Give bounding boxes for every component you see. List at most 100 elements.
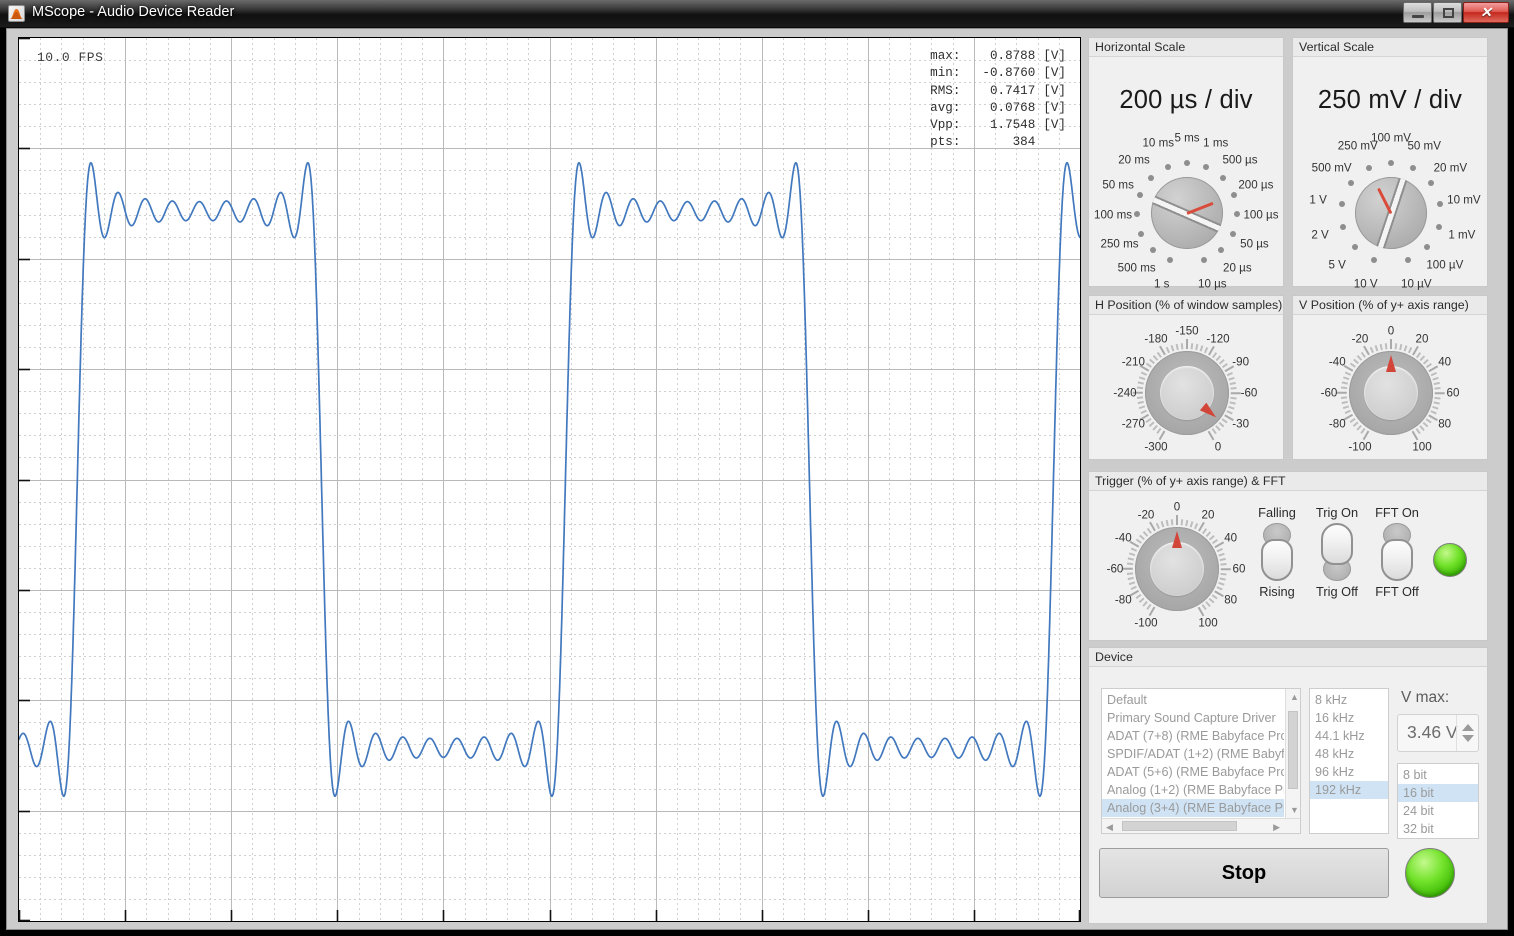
knob-position-dot[interactable] xyxy=(1230,191,1237,198)
stepper-down-icon[interactable] xyxy=(1461,735,1474,742)
device-list-item[interactable]: Analog (3+4) (RME Babyface Pro xyxy=(1102,799,1284,817)
sample-rate-item[interactable]: 96 kHz xyxy=(1310,763,1388,781)
close-button[interactable]: ✕ xyxy=(1463,2,1509,23)
knob-position-dot[interactable] xyxy=(1437,201,1444,208)
hscroll-thumb[interactable] xyxy=(1122,821,1237,831)
device-list-hscrollbar[interactable]: ◀ ▶ xyxy=(1102,818,1300,833)
device-list-item[interactable]: Default xyxy=(1102,691,1284,709)
toggle-track[interactable] xyxy=(1261,523,1293,581)
sample-rate-item[interactable]: 192 kHz xyxy=(1310,781,1388,799)
h-position-tick xyxy=(1137,381,1145,385)
trigger-level-dial[interactable]: -100 -80 -60 -40 -20 0 20 40 60 80 100 xyxy=(1107,501,1246,630)
knob-position-dot[interactable] xyxy=(1137,191,1144,198)
bit-depth-item[interactable]: 8 bit xyxy=(1398,766,1478,784)
device-list-item[interactable]: ADAT (7+8) (RME Babyface Pro) xyxy=(1102,727,1284,745)
knob-position-dot[interactable] xyxy=(1365,165,1372,172)
toggle-lever[interactable] xyxy=(1261,539,1293,581)
h-position-tick xyxy=(1229,401,1237,405)
knob-position-dot[interactable] xyxy=(1164,163,1171,170)
knob-position-dot[interactable] xyxy=(1338,201,1345,208)
v-position-tick xyxy=(1435,392,1445,394)
device-list-item[interactable]: Analog (1+2) (RME Babyface Pro xyxy=(1102,781,1284,799)
toggle-lever[interactable] xyxy=(1321,523,1353,565)
knob-position-dot[interactable] xyxy=(1219,175,1226,182)
stepper-up-icon[interactable] xyxy=(1461,724,1474,731)
knob-position-dot[interactable] xyxy=(1203,163,1210,170)
stop-button[interactable]: Stop xyxy=(1099,848,1389,898)
v-position-hub[interactable] xyxy=(1364,366,1418,420)
knob-position-dot[interactable] xyxy=(1340,224,1347,231)
knob-position-dot[interactable] xyxy=(1388,160,1394,166)
sample-rate-item[interactable]: 48 kHz xyxy=(1310,745,1388,763)
scroll-up-icon[interactable]: ▲ xyxy=(1290,693,1299,702)
sample-rate-item[interactable]: 44.1 kHz xyxy=(1310,727,1388,745)
horizontal-scale-knob[interactable]: 1 s 500 ms 250 ms 100 ms 50 ms 20 ms 10 ms 5 ms… xyxy=(1094,131,1278,290)
device-list-item[interactable]: SPDIF/ADAT (1+2) (RME Babyfa xyxy=(1102,745,1284,763)
v-position-tick xyxy=(1369,347,1374,354)
trigger-level-tick xyxy=(1131,547,1138,552)
sample-rate-item[interactable]: 16 kHz xyxy=(1310,709,1388,727)
h-position-tick xyxy=(1229,381,1237,385)
knob-position-dot[interactable] xyxy=(1424,244,1431,251)
knob-position-dot[interactable] xyxy=(1138,230,1145,237)
knob-position-dot[interactable] xyxy=(1149,246,1156,253)
device-title: Device xyxy=(1089,648,1487,667)
device-list-rows: Default Primary Sound Capture Driver ADAT … xyxy=(1102,689,1300,817)
bit-depth-listbox[interactable]: 8 bit 16 bit 24 bit 32 bit xyxy=(1397,763,1479,839)
knob-position-dot[interactable] xyxy=(1370,256,1377,263)
h-position-dial[interactable]: -300 -270 -240 -210 -180 -150 -120 -90 -60 -30 0 xyxy=(1113,325,1257,454)
knob-position-dot[interactable] xyxy=(1166,256,1173,263)
bit-depth-item[interactable]: 24 bit xyxy=(1398,802,1478,820)
bit-depth-item[interactable]: 32 bit xyxy=(1398,820,1478,838)
knob-option-label: 50 µs xyxy=(1240,237,1269,251)
maximize-button[interactable] xyxy=(1433,2,1462,23)
vmax-stepper[interactable] xyxy=(1456,715,1478,751)
knob-position-dot[interactable] xyxy=(1428,180,1435,187)
toggle-switch-0[interactable]: Falling Rising xyxy=(1257,505,1297,599)
h-position-tick-label: -120 xyxy=(1206,332,1230,346)
device-list-vscrollbar[interactable]: ▲ ▼ xyxy=(1285,689,1300,818)
knob-position-dot[interactable] xyxy=(1201,256,1208,263)
scroll-left-icon[interactable]: ◀ xyxy=(1106,823,1113,832)
h-position-tick xyxy=(1190,343,1193,350)
vertical-scale-knob[interactable]: 10 V5 V2 V1 V 500 mV 250 mV 100 mV 50 mV 20 m… xyxy=(1309,131,1480,290)
toggle-track[interactable] xyxy=(1321,523,1353,581)
knob-position-dot[interactable] xyxy=(1218,246,1224,253)
device-list-item[interactable]: Primary Sound Capture Driver xyxy=(1102,709,1284,727)
trigger-level-tick-label: -20 xyxy=(1137,508,1155,522)
v-position-tick xyxy=(1394,343,1397,350)
knob-position-dot[interactable] xyxy=(1134,211,1140,218)
knob-position-dot[interactable] xyxy=(1351,244,1358,251)
knob-position-dot[interactable] xyxy=(1405,256,1412,263)
toggle-switch-1[interactable]: Trig On Trig Off xyxy=(1316,505,1358,599)
device-list-item[interactable]: ADAT (5+6) (RME Babyface Pro) xyxy=(1102,763,1284,781)
minimize-button[interactable] xyxy=(1403,2,1432,23)
bit-depth-item[interactable]: 16 bit xyxy=(1398,784,1478,802)
knob-position-dot[interactable] xyxy=(1410,165,1417,172)
statistics-overlay: max: 0.8788 [V] min: -0.8760 [V] RMS: 0.7417 [V]… xyxy=(930,48,1066,152)
knob-position-dot[interactable] xyxy=(1148,175,1155,182)
scroll-down-icon[interactable]: ▼ xyxy=(1290,806,1299,815)
trigger-level-hub[interactable] xyxy=(1150,542,1204,596)
trigger-level-tick xyxy=(1147,528,1152,534)
trigger-level-tick xyxy=(1149,606,1156,617)
knob-position-dot[interactable] xyxy=(1229,230,1236,237)
trigger-level-tick xyxy=(1139,534,1145,541)
device-listbox[interactable]: Default Primary Sound Capture Driver ADAT … xyxy=(1101,688,1301,834)
knob-position-dot[interactable] xyxy=(1435,224,1442,231)
vscroll-thumb[interactable] xyxy=(1288,711,1298,789)
toggle-lever[interactable] xyxy=(1381,539,1413,581)
h-position-tick xyxy=(1230,387,1237,390)
toggle-switch-2[interactable]: FFT On FFT Off xyxy=(1375,505,1419,599)
scroll-right-icon[interactable]: ▶ xyxy=(1273,823,1280,832)
knob-position-dot[interactable] xyxy=(1184,160,1190,166)
knob-position-dot[interactable] xyxy=(1233,211,1240,218)
v-position-dial[interactable]: -100 -80 -60 -40 -20 0 20 40 60 80 100 xyxy=(1321,325,1460,454)
toggle-track[interactable] xyxy=(1381,523,1413,581)
sample-rate-listbox[interactable]: 8 kHz 16 kHz 44.1 kHz 48 kHz 96 kHz 192 kHz xyxy=(1309,688,1389,834)
knob-position-dot[interactable] xyxy=(1347,180,1354,187)
sample-rate-item[interactable]: 8 kHz xyxy=(1310,691,1388,709)
vmax-spinner[interactable]: 3.46 V xyxy=(1397,714,1479,752)
oscilloscope-plot[interactable]: 10.0 FPS max: 0.8788 [V] min: -0.8760 [V] RMS:… xyxy=(18,37,1081,922)
trigger-level-tick xyxy=(1123,568,1133,570)
